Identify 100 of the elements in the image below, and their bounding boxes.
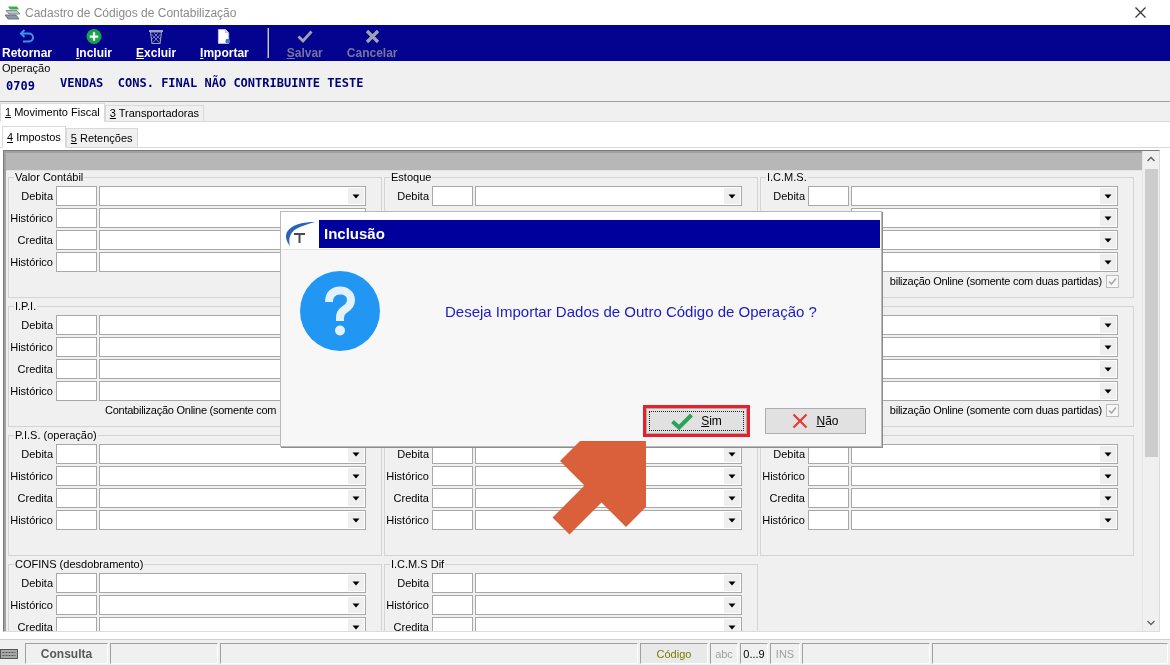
code-field[interactable] (56, 315, 97, 335)
document-icon (217, 29, 232, 44)
yes-button[interactable]: Sim (646, 408, 747, 434)
field-label: Histórico (386, 514, 429, 526)
group-title: I.P.I. (14, 300, 38, 312)
field-label: Credita (393, 621, 429, 631)
code-field[interactable] (56, 186, 97, 206)
delete-button[interactable]: Excluir (136, 25, 177, 61)
field-label: Credita (17, 363, 53, 375)
code-field[interactable] (56, 337, 97, 357)
status-indicator: INS (770, 643, 800, 664)
code-field[interactable] (432, 573, 473, 593)
code-field[interactable] (432, 510, 473, 530)
tab[interactable]: 3 Transportadoras (104, 105, 205, 121)
code-field[interactable] (808, 510, 849, 530)
code-field[interactable] (56, 488, 97, 508)
caret-down-icon (348, 597, 364, 613)
dropdown-field[interactable] (851, 208, 1118, 228)
dropdown-field[interactable] (99, 444, 366, 464)
dropdown-field[interactable] (99, 466, 366, 486)
field-label: Debita (397, 577, 429, 589)
field-label: Histórico (10, 212, 53, 224)
close-icon[interactable] (1135, 7, 1146, 18)
tab[interactable]: 1 Movimento Fiscal (0, 103, 105, 122)
dropdown-field[interactable] (851, 488, 1118, 508)
group-title: Valor Contábil (14, 171, 85, 183)
field-label: Credita (17, 234, 53, 246)
code-field[interactable] (56, 466, 97, 486)
caret-down-icon (1100, 468, 1116, 484)
group-title: I.C.M.S Dif (390, 558, 446, 570)
caret-down-icon (1100, 232, 1116, 248)
stack-icon (4, 5, 22, 20)
x-icon (364, 29, 380, 44)
wastebasket-icon (148, 29, 165, 44)
dropdown-field[interactable] (99, 510, 366, 530)
field-label: Histórico (10, 341, 53, 353)
dialog-title: Inclusão (319, 220, 880, 248)
field-label: Operação (2, 62, 51, 75)
field-label: Histórico (762, 470, 805, 482)
return-button[interactable]: Retornar (2, 25, 52, 61)
x-icon (792, 413, 809, 429)
code-field[interactable] (432, 617, 473, 631)
swoosh-logo-icon (284, 221, 316, 247)
dropdown-field[interactable] (99, 186, 366, 206)
field-label: Histórico (10, 256, 53, 268)
scrollbar[interactable] (1142, 151, 1159, 631)
dialog-message: Deseja Importar Dados de Outro Código de Operação ? (445, 302, 817, 320)
dropdown-field[interactable] (851, 510, 1118, 530)
field-label: Debita (773, 448, 805, 460)
code-field[interactable] (432, 186, 473, 206)
group-title: P.I.S. (operação) (14, 429, 98, 441)
tab[interactable]: 4 Impostos (2, 126, 66, 148)
caret-down-icon (1100, 383, 1116, 399)
code-field[interactable] (56, 381, 97, 401)
group-title: Estoque (390, 171, 433, 183)
caret-down-icon (724, 575, 740, 591)
no-button[interactable]: Não (765, 408, 866, 434)
caret-down-icon (1100, 210, 1116, 226)
code-field[interactable] (56, 444, 97, 464)
caret-down-icon (1100, 317, 1116, 333)
dropdown-field[interactable] (851, 186, 1118, 206)
import-button[interactable]: Importar (200, 25, 249, 61)
caret-down-icon (1100, 512, 1116, 528)
code-field[interactable] (56, 359, 97, 379)
add-button[interactable]: Incluir (76, 25, 113, 61)
code-field[interactable] (808, 466, 849, 486)
code-field[interactable] (808, 186, 849, 206)
code-field[interactable] (56, 617, 97, 631)
code-field[interactable] (56, 595, 97, 615)
field-label: Histórico (10, 514, 53, 526)
code-field[interactable] (56, 573, 97, 593)
dropdown-field[interactable] (99, 617, 366, 631)
code-field[interactable] (56, 510, 97, 530)
dropdown-field[interactable] (851, 444, 1118, 464)
field-label: Histórico (386, 599, 429, 611)
code-field[interactable] (432, 595, 473, 615)
code-field[interactable] (808, 488, 849, 508)
dropdown-field[interactable] (99, 595, 366, 615)
code-field[interactable] (56, 230, 97, 250)
status-field: Código (640, 643, 708, 664)
checkbox-label: Contabilização Online (somente com (105, 403, 277, 417)
dropdown-field[interactable] (99, 488, 366, 508)
field-label: Histórico (10, 599, 53, 611)
code-field[interactable] (432, 488, 473, 508)
dropdown-field[interactable] (475, 186, 742, 206)
field-label: Histórico (10, 385, 53, 397)
dropdown-field[interactable] (851, 466, 1118, 486)
dropdown-field[interactable] (475, 595, 742, 615)
scrollbar-thumb[interactable] (1144, 169, 1158, 457)
dropdown-field[interactable] (475, 573, 742, 593)
dropdown-field[interactable] (475, 617, 742, 631)
code-field[interactable] (432, 466, 473, 486)
field-label: Debita (21, 577, 53, 589)
field-label: Histórico (762, 514, 805, 526)
code-field[interactable] (56, 208, 97, 228)
code-field[interactable] (56, 252, 97, 272)
tab[interactable]: 5 Retenções (65, 128, 138, 147)
field-label: Histórico (10, 470, 53, 482)
dropdown-field[interactable] (99, 573, 366, 593)
caret-down-icon (348, 512, 364, 528)
